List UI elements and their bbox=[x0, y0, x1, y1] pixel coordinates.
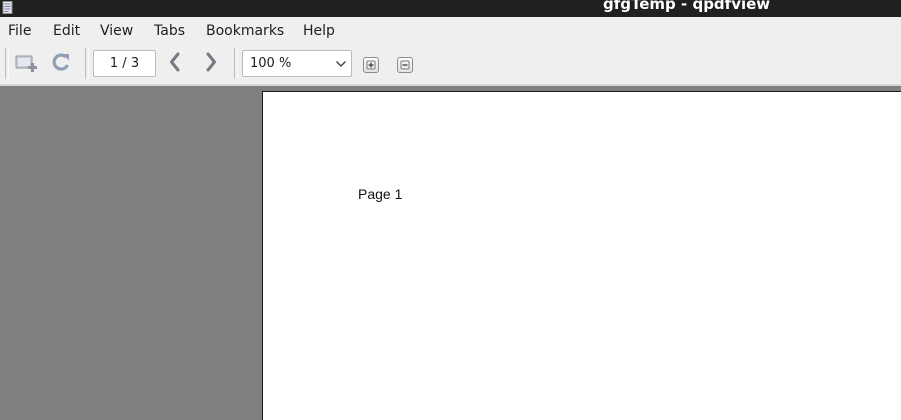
menu-view[interactable]: View bbox=[100, 23, 133, 40]
zoom-select[interactable]: 100 % bbox=[242, 50, 352, 77]
window-title: gfgTemp - qpdfview bbox=[603, 0, 771, 13]
refresh-icon bbox=[50, 51, 72, 77]
menu-file[interactable]: File bbox=[8, 23, 31, 40]
chevron-right-icon bbox=[204, 51, 218, 77]
zoom-value: 100 % bbox=[250, 56, 292, 71]
toolbar-grip[interactable] bbox=[234, 48, 238, 79]
zoom-in-button[interactable] bbox=[363, 57, 379, 73]
chevron-left-icon bbox=[168, 51, 182, 77]
menu-bar: File Edit View Tabs Bookmarks Help bbox=[0, 17, 901, 46]
toolbar-grip[interactable] bbox=[85, 48, 89, 79]
page-number-value: 1 / 3 bbox=[109, 56, 140, 71]
toolbar: 1 / 3 100 % bbox=[0, 46, 901, 84]
menu-edit[interactable]: Edit bbox=[53, 23, 80, 40]
open-in-new-tab-button[interactable] bbox=[14, 52, 38, 76]
menu-help[interactable]: Help bbox=[303, 23, 335, 40]
open-in-new-tab-icon bbox=[14, 51, 38, 77]
chevron-down-icon bbox=[335, 58, 347, 68]
page-content-text: Page 1 bbox=[358, 186, 403, 202]
document-page[interactable]: Page 1 bbox=[262, 91, 901, 420]
previous-page-button[interactable] bbox=[163, 52, 187, 76]
refresh-button[interactable] bbox=[49, 52, 73, 76]
page-number-input[interactable]: 1 / 3 bbox=[93, 50, 156, 77]
plus-icon bbox=[364, 58, 378, 72]
app-icon[interactable] bbox=[2, 0, 14, 14]
menu-tabs[interactable]: Tabs bbox=[154, 23, 185, 40]
minus-icon bbox=[398, 58, 412, 72]
toolbar-grip[interactable] bbox=[5, 48, 9, 79]
next-page-button[interactable] bbox=[199, 52, 223, 76]
zoom-out-button[interactable] bbox=[397, 57, 413, 73]
document-view[interactable]: Page 1 bbox=[0, 86, 901, 420]
menu-bookmarks[interactable]: Bookmarks bbox=[206, 23, 284, 40]
title-bar[interactable]: gfgTemp - qpdfview bbox=[0, 0, 901, 17]
